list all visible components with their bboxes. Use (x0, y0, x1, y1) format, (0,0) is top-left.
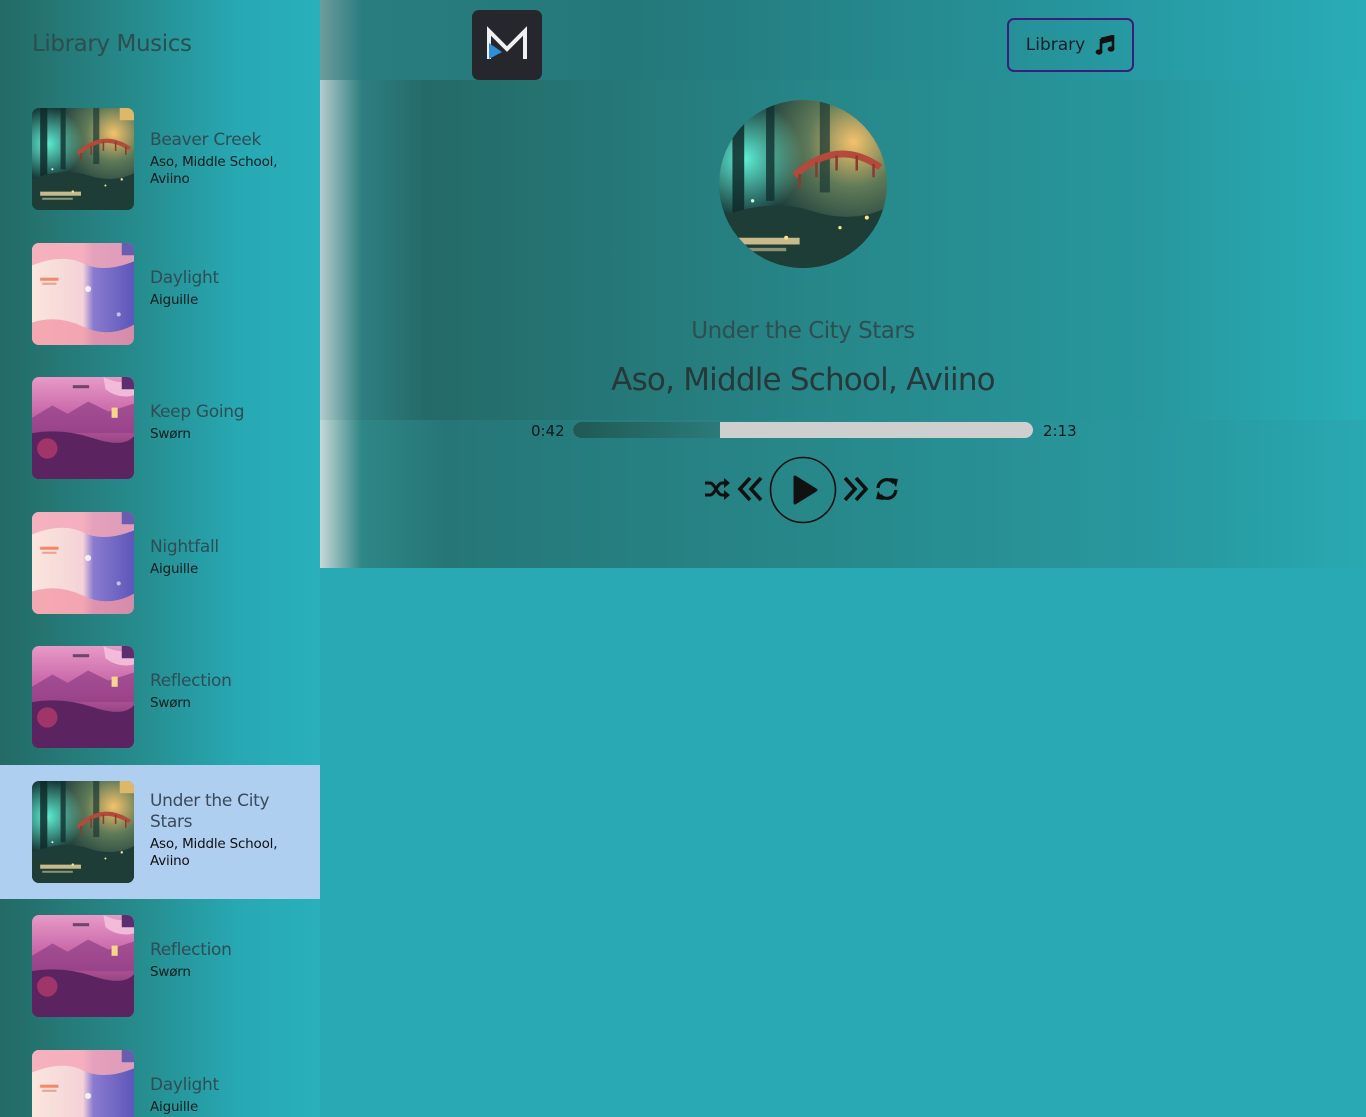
song-artist: Aiguille (150, 291, 199, 308)
song-artist: Swørn (150, 426, 191, 442)
song-artist: Swørn (150, 695, 191, 711)
song-cover-image (32, 377, 134, 479)
song-title: Daylight (150, 267, 219, 288)
sidebar-song-item[interactable]: Keep Going Swørn (0, 361, 320, 495)
now-playing-cover (719, 100, 887, 268)
song-cover-image (32, 242, 134, 345)
shuffle-icon[interactable] (703, 476, 731, 502)
song-artist: Aso, Middle School, Aviino (150, 154, 278, 187)
song-title: Keep Going (150, 402, 245, 422)
current-time: 0:42 (531, 422, 565, 440)
song-text: Nightfall Aiguille (150, 537, 310, 578)
song-cover-image (32, 780, 134, 883)
song-cover-image (32, 511, 134, 614)
song-cover-image (32, 1049, 134, 1117)
play-button[interactable] (769, 456, 837, 524)
song-text: Beaver Creek Aso, Middle School, Aviino (150, 130, 310, 188)
previous-icon[interactable] (735, 474, 765, 504)
repeat-icon[interactable] (874, 476, 900, 502)
sidebar-song-item[interactable]: Reflection Swørn (0, 899, 320, 1033)
play-icon (793, 475, 818, 505)
song-title: Nightfall (150, 536, 219, 557)
song-text: Daylight Aiguille (150, 268, 310, 309)
song-title: Reflection (150, 671, 232, 691)
music-note-icon (1095, 35, 1115, 55)
song-artist: Aso, Middle School, Aviino (150, 835, 278, 869)
song-title: Beaver Creek (150, 130, 262, 150)
sidebar-title: Library Musics (32, 31, 192, 57)
sidebar-song-item[interactable]: Reflection Swørn (0, 630, 320, 764)
song-title: Reflection (150, 940, 232, 960)
song-artist: Swørn (150, 964, 191, 980)
sidebar-song-item[interactable]: Under the City Stars Aso, Middle School, … (0, 764, 320, 899)
library-button-label: Library (1025, 35, 1086, 55)
song-title: Daylight (150, 1074, 219, 1095)
now-playing-title: Under the City Stars (691, 318, 915, 344)
now-playing-artist: Aso, Middle School, Aviino (611, 362, 995, 398)
song-cover-image (32, 646, 134, 748)
song-text: Under the City Stars Aso, Middle School, … (150, 791, 310, 870)
playback-controls (703, 456, 903, 524)
song-text: Reflection Swørn (150, 940, 310, 981)
song-cover-image (32, 915, 134, 1017)
sidebar-song-item[interactable]: Daylight Aiguille (0, 1034, 320, 1117)
progress-fill (573, 422, 721, 438)
sidebar-song-item[interactable]: Beaver Creek Aso, Middle School, Aviino (0, 92, 320, 226)
song-text: Daylight Aiguille (150, 1075, 310, 1116)
progress-slider[interactable] (573, 422, 1033, 438)
sidebar-song-item[interactable]: Daylight Aiguille (0, 227, 320, 361)
song-text: Reflection Swørn (150, 671, 310, 712)
sidebar-song-item[interactable]: Nightfall Aiguille (0, 496, 320, 630)
library-sidebar: Library Musics Beaver Creek Aso, Middle … (0, 0, 320, 1117)
song-title: Under the City Stars (150, 790, 270, 832)
library-button[interactable]: Library (1007, 18, 1134, 72)
total-time: 2:13 (1043, 422, 1077, 440)
m-logo-icon[interactable] (472, 10, 542, 80)
next-icon[interactable] (841, 474, 871, 504)
song-artist: Aiguille (150, 1098, 199, 1115)
song-text: Keep Going Swørn (150, 402, 310, 443)
song-cover-image (32, 108, 134, 210)
song-artist: Aiguille (150, 560, 199, 577)
